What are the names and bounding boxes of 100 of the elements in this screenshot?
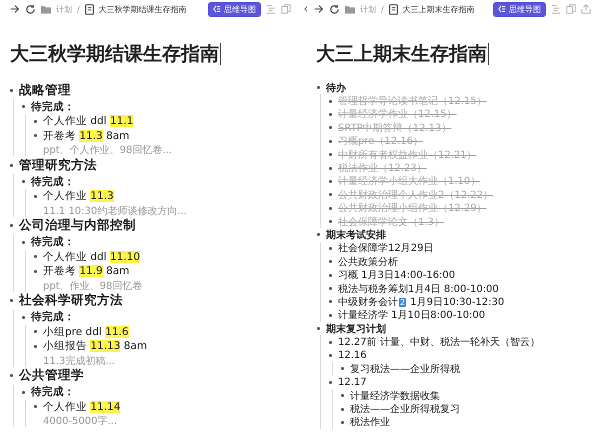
refresh-icon[interactable]	[329, 4, 340, 14]
outline-item[interactable]: 开卷考 11.9 8am	[43, 264, 130, 278]
mindmap-button[interactable]: 思维导图	[208, 2, 261, 16]
outline-item[interactable]: 待办	[326, 80, 346, 95]
refresh-icon[interactable]	[25, 4, 36, 14]
outline-item[interactable]: 管理研究方法	[19, 156, 97, 174]
outline-item[interactable]: 个人作业 11.3	[43, 189, 114, 204]
bullet-icon	[34, 120, 37, 123]
bullet-icon	[329, 340, 332, 344]
bullet-icon	[341, 394, 344, 398]
mindmap-button[interactable]: 思维导图	[493, 2, 546, 16]
outline-item[interactable]: 个人作业 ddl 11.10	[43, 250, 140, 264]
bullet-icon	[10, 299, 13, 302]
bullet-icon	[329, 206, 332, 210]
bullet-icon	[10, 374, 13, 377]
breadcrumb-separator: /	[77, 4, 80, 14]
bullet-icon	[34, 405, 37, 408]
outline-item[interactable]: 社会科学研究方法	[19, 292, 123, 309]
bullet-icon	[317, 327, 320, 330]
outline-item[interactable]: 待完成：	[31, 235, 75, 249]
outline-item[interactable]: 计量经济学数据收集	[350, 388, 440, 403]
document-title[interactable]: 大三上期末生存指南	[316, 41, 487, 67]
bullet-icon	[22, 105, 25, 108]
text-cursor	[488, 43, 489, 65]
outline-item[interactable]: 小组报告 11.13 8am	[43, 339, 148, 354]
bullet-icon	[34, 344, 37, 348]
outline-item[interactable]: 待完成：	[31, 100, 75, 114]
bullet-icon	[329, 300, 332, 304]
bullet-icon	[34, 194, 37, 198]
bullet-icon	[317, 86, 320, 90]
bullet-icon	[341, 408, 344, 411]
outline-item[interactable]: 计量经济学 1月10日8:00-10:00	[338, 308, 486, 322]
outline-item[interactable]: 个人作业 11.14	[43, 400, 120, 414]
bullet-icon	[10, 88, 13, 92]
bullet-icon	[329, 126, 332, 130]
outline-item[interactable]: 税法与税务筹划1月4日 8:00-10:00	[338, 282, 499, 296]
document-icon	[84, 4, 94, 14]
bullet-icon	[329, 287, 332, 290]
note-text: ppt、个人作业、98回忆卷...	[42, 144, 173, 156]
breadcrumb-document[interactable]: 大三上期末生存指南	[402, 4, 475, 14]
outline-item[interactable]: 战略管理	[19, 82, 71, 98]
outline-item[interactable]: 公共管理学	[19, 367, 84, 384]
outline-item[interactable]: 中级财务会计 2 1月9日10:30-12:30	[338, 294, 504, 309]
bullet-icon	[329, 246, 332, 250]
bullet-icon	[329, 220, 332, 224]
outline-item[interactable]: 期末考试安排	[326, 228, 386, 242]
bullet-icon	[329, 112, 332, 116]
outline-item[interactable]: 小组pre ddl 11.6	[43, 324, 129, 339]
outline-item[interactable]: 开卷考 11.3 8am	[43, 128, 130, 143]
outline-item[interactable]: 税法——企业所得税复习	[350, 402, 460, 416]
forward-arrow-icon[interactable]	[314, 4, 324, 14]
outline-item[interactable]: 12.17	[338, 376, 367, 388]
note-text: 4000-5000字...	[42, 414, 118, 427]
note-text: ppt、作业、98回忆卷	[42, 280, 144, 292]
mindmap-icon	[498, 5, 506, 13]
outline-item[interactable]: 待完成：	[31, 174, 75, 188]
bullet-icon	[329, 166, 332, 170]
outline-item[interactable]: 习概 1月3日14:00-16:00	[338, 268, 456, 282]
bullet-icon	[34, 330, 37, 334]
outline-item[interactable]: 待完成：	[31, 385, 75, 399]
bullet-icon	[341, 367, 344, 370]
breadcrumb-separator: /	[381, 4, 384, 14]
bullet-icon	[329, 380, 332, 384]
document-icon	[388, 4, 398, 14]
forward-arrow-icon[interactable]	[10, 4, 20, 14]
note-text: 11.3完成初稿...	[42, 354, 116, 366]
text-cursor	[220, 43, 221, 65]
outline-item[interactable]: 复习税法——企业所得税	[350, 362, 460, 376]
outline-item[interactable]: 税法作业	[350, 415, 390, 430]
bullet-icon	[329, 193, 332, 196]
bullet-icon	[329, 153, 332, 156]
bullet-icon	[329, 100, 332, 103]
bullet-icon	[329, 314, 332, 317]
bullet-icon	[317, 233, 320, 236]
outline-item[interactable]: 个人作业 ddl 11.1	[43, 114, 134, 128]
outline-item[interactable]: 社会保障学12月29日	[338, 241, 434, 256]
bullet-icon	[329, 354, 332, 357]
note-text: 11.1 10:30约老师谈修改方向...	[42, 204, 188, 216]
outline-item[interactable]: 12.27前 计量、中财、税法一轮补天（智云）	[338, 335, 540, 350]
folder-icon	[41, 4, 51, 14]
bullet-icon	[22, 180, 25, 183]
bullet-icon	[329, 140, 332, 143]
outline-item[interactable]: 期末复习计划	[326, 322, 386, 336]
outline-item[interactable]: 公司治理与内部控制	[19, 217, 136, 234]
outline-item[interactable]: 待完成：	[31, 310, 75, 324]
folder-icon	[345, 4, 355, 14]
outline-item[interactable]: 12.16	[338, 350, 367, 361]
document-title[interactable]: 大三秋学期结课生存指南	[10, 41, 219, 67]
bullet-icon	[22, 240, 25, 244]
breadcrumb-document[interactable]: 大三秋学期结课生存指南	[98, 4, 187, 14]
bullet-icon	[22, 316, 25, 318]
outline-item[interactable]: 公共政策分析	[338, 254, 398, 269]
bullet-icon	[329, 260, 332, 264]
bullet-icon	[34, 270, 37, 273]
mindmap-icon	[213, 5, 221, 13]
bullet-icon	[10, 164, 13, 166]
bullet-icon	[34, 255, 37, 258]
bullet-icon	[22, 390, 25, 394]
bullet-icon	[10, 224, 13, 227]
bullet-icon	[341, 420, 344, 424]
